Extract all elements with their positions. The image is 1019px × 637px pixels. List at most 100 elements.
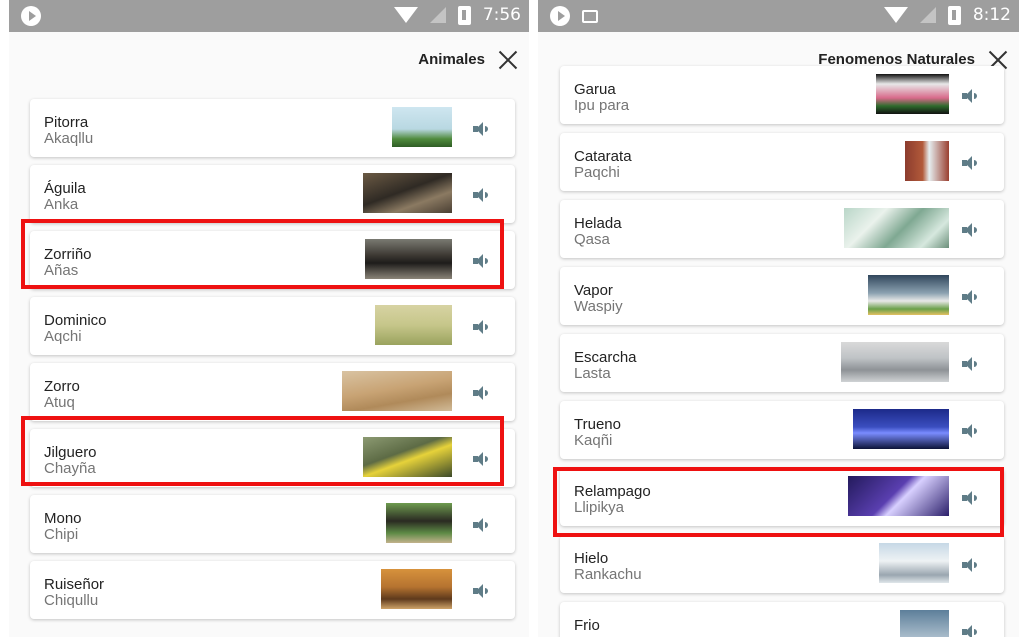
item-name: Jilguero [44, 444, 97, 461]
speaker-icon[interactable] [473, 518, 493, 532]
status-bar: 7:56 [9, 0, 529, 32]
item-name: Zorriño [44, 246, 92, 263]
close-icon[interactable] [497, 49, 519, 71]
speaker-icon[interactable] [962, 357, 982, 371]
battery-icon [947, 5, 961, 25]
animales-screen: 7:56 Animales Pitorra Akaqllu Águila Ank… [9, 0, 529, 637]
status-time: 8:12 [972, 5, 1011, 25]
item-translation: Ipu para [574, 97, 630, 114]
item-translation: Paqchi [574, 164, 620, 181]
item-translation: Lasta [574, 365, 611, 382]
item-translation: Chipi [44, 526, 79, 543]
app-bar: Animales [9, 32, 529, 86]
item-name: Helada [574, 215, 622, 232]
battery-icon [457, 5, 471, 25]
speaker-icon[interactable] [962, 156, 982, 170]
wifi-icon [393, 7, 418, 23]
list-item[interactable]: Helada Qasa [560, 200, 1004, 258]
item-name: Zorro [44, 378, 80, 395]
item-name: Hielo [574, 550, 609, 567]
item-photo [363, 437, 452, 477]
item-name: Catarata [574, 148, 632, 165]
list-item[interactable]: Águila Anka [30, 165, 515, 223]
item-name: Dominico [44, 312, 107, 329]
item-name: Águila [44, 180, 86, 197]
item-translation: Rankachu [574, 566, 642, 583]
item-photo [381, 569, 452, 609]
play-icon [21, 6, 41, 26]
item-photo [392, 107, 452, 147]
image-icon [582, 9, 598, 23]
speaker-icon[interactable] [962, 491, 982, 505]
item-name: Mono [44, 510, 82, 527]
speaker-icon[interactable] [962, 89, 982, 103]
list-item[interactable]: Pitorra Akaqllu [30, 99, 515, 157]
item-photo [386, 503, 452, 543]
item-translation: Añas [44, 262, 79, 279]
list-item[interactable]: Dominico Aqchi [30, 297, 515, 355]
item-name: Frio [574, 617, 600, 634]
item-translation: Kaqñi [574, 432, 613, 449]
fenomenos-screen: 8:12 Fenomenos Naturales Garua Ipu para … [538, 0, 1019, 637]
status-bar: 8:12 [538, 0, 1019, 32]
signal-icon [429, 7, 446, 23]
speaker-icon[interactable] [473, 122, 493, 136]
item-translation: Aqchi [44, 328, 82, 345]
list-item[interactable]: Jilguero Chayña [30, 429, 515, 487]
item-photo [363, 173, 452, 213]
item-name: Relampago [574, 483, 651, 500]
item-name: Escarcha [574, 349, 637, 366]
page-title: Animales [418, 51, 485, 68]
item-photo [375, 305, 452, 345]
item-translation: Waspiy [574, 298, 623, 315]
play-icon [550, 6, 570, 26]
list-item[interactable]: Frio [560, 602, 1004, 637]
list-item[interactable]: Relampago Llipikya [560, 468, 1004, 526]
item-photo [848, 476, 949, 516]
item-translation: Llipikya [574, 499, 625, 516]
speaker-icon[interactable] [473, 386, 493, 400]
item-photo [342, 371, 452, 411]
wifi-icon [883, 7, 908, 23]
item-name: Vapor [574, 282, 613, 299]
speaker-icon[interactable] [473, 452, 493, 466]
list-item[interactable]: Catarata Paqchi [560, 133, 1004, 191]
list-item[interactable]: Vapor Waspiy [560, 267, 1004, 325]
item-translation: Anka [44, 196, 79, 213]
speaker-icon[interactable] [473, 320, 493, 334]
list-item[interactable]: Escarcha Lasta [560, 334, 1004, 392]
speaker-icon[interactable] [962, 424, 982, 438]
item-name: Ruiseñor [44, 576, 105, 593]
list-item[interactable]: Garua Ipu para [560, 66, 1004, 124]
item-photo [841, 342, 949, 382]
item-name: Garua [574, 81, 616, 98]
list-item[interactable]: Zorriño Añas [30, 231, 515, 289]
item-translation: Chiqullu [44, 592, 99, 609]
item-translation: Chayña [44, 460, 96, 477]
item-photo [844, 208, 949, 248]
list-item[interactable]: Ruiseñor Chiqullu [30, 561, 515, 619]
list-item[interactable]: Trueno Kaqñi [560, 401, 1004, 459]
speaker-icon[interactable] [473, 188, 493, 202]
item-translation: Qasa [574, 231, 610, 248]
speaker-icon[interactable] [473, 584, 493, 598]
item-photo [905, 141, 949, 181]
list-item[interactable]: Hielo Rankachu [560, 535, 1004, 593]
item-name: Pitorra [44, 114, 89, 131]
item-photo [853, 409, 949, 449]
speaker-icon[interactable] [473, 254, 493, 268]
item-photo [879, 543, 949, 583]
list-item[interactable]: Zorro Atuq [30, 363, 515, 421]
item-photo [868, 275, 949, 315]
item-photo [876, 74, 949, 114]
item-photo [365, 239, 452, 279]
status-time: 7:56 [482, 5, 521, 25]
list-item[interactable]: Mono Chipi [30, 495, 515, 553]
speaker-icon[interactable] [962, 223, 982, 237]
signal-icon [919, 7, 936, 23]
speaker-icon[interactable] [962, 290, 982, 304]
speaker-icon[interactable] [962, 558, 982, 572]
item-name: Trueno [574, 416, 621, 433]
speaker-icon[interactable] [962, 625, 982, 637]
item-translation: Akaqllu [44, 130, 94, 147]
